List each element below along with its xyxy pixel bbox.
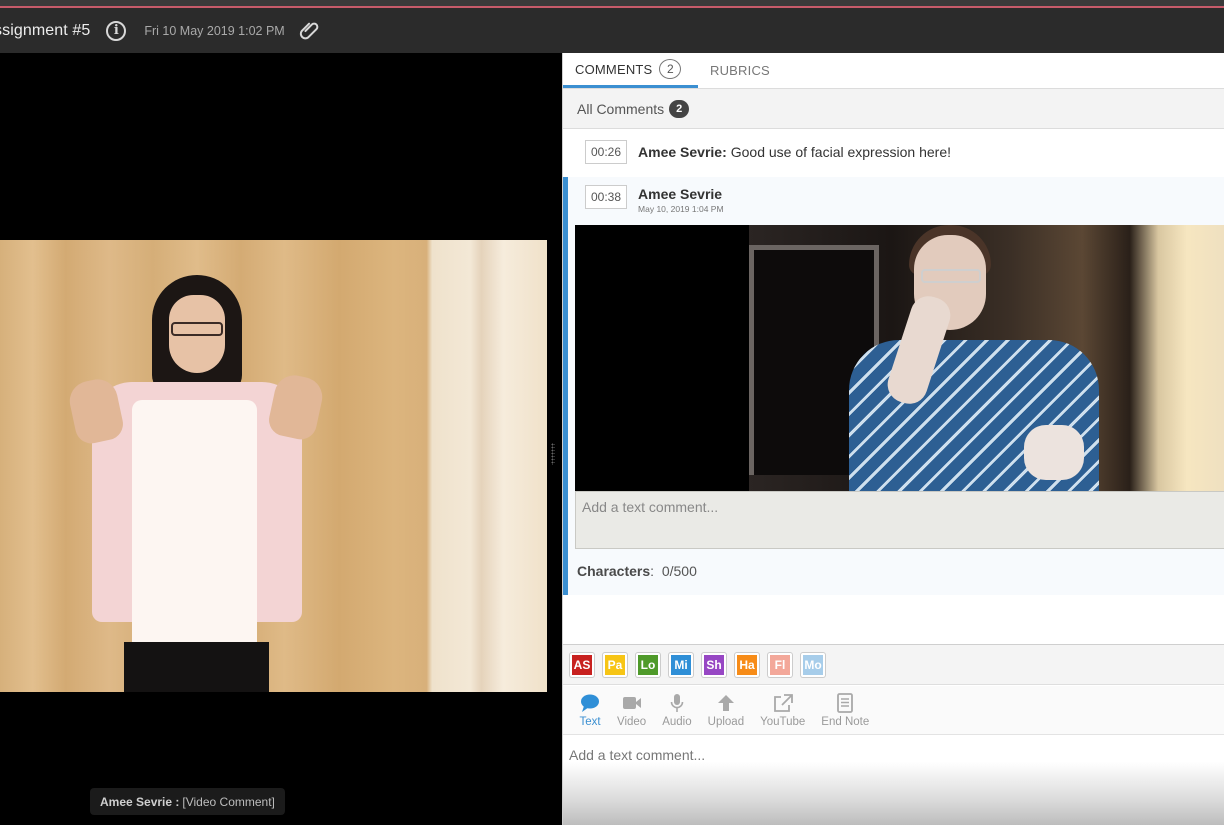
tool-audio[interactable]: Audio [654, 686, 699, 734]
video-comment-player[interactable] [575, 225, 1224, 491]
tool-youtube[interactable]: YouTube [752, 686, 813, 734]
comment-item-selected[interactable]: 00:38 Amee Sevrie May 10, 2019 1:04 PM A… [563, 177, 1224, 595]
tab-comments-label: COMMENTS [575, 61, 653, 77]
new-comment-input[interactable]: Add a text comment... [563, 735, 1224, 825]
filter-count-badge: 2 [669, 99, 690, 118]
tool-video-label: Video [617, 715, 647, 728]
assignment-title: ssignment #5 [0, 21, 91, 39]
comment-type-toolbar: Text Video Audio Upload YouTube End Note [563, 686, 1224, 741]
tag-button[interactable]: Fl [768, 652, 792, 677]
tool-youtube-label: YouTube [760, 715, 806, 728]
comment-author: Amee Sevrie: [638, 144, 727, 160]
window-top-border [0, 0, 1224, 8]
upload-arrow-icon [717, 694, 734, 711]
comment-timestamp[interactable]: 00:38 [585, 185, 628, 209]
tool-text[interactable]: Text [571, 686, 609, 741]
paperclip-icon[interactable] [299, 20, 321, 42]
tool-upload[interactable]: Upload [700, 686, 752, 734]
tag-button[interactable]: Pa [603, 652, 627, 677]
tag-button[interactable]: Sh [702, 652, 726, 677]
tab-comments[interactable]: COMMENTS 2 [563, 53, 698, 88]
tag-button[interactable]: Mi [669, 652, 693, 677]
vc-signer-hand-2 [1024, 425, 1084, 480]
tag-button[interactable]: Ha [735, 652, 759, 677]
signer-pants [124, 642, 269, 692]
submission-video-frame[interactable] [0, 240, 547, 692]
speech-bubble-icon [581, 694, 599, 712]
video-player[interactable]: Amee Sevrie : [Video Comment] [0, 53, 562, 825]
character-counter: Characters: 0/500 [577, 563, 697, 579]
character-counter-value: 0/500 [661, 563, 697, 579]
external-link-icon [773, 693, 793, 712]
submission-date: Fri 10 May 2019 1:02 PM [144, 23, 285, 38]
panel-tabs: COMMENTS 2 RUBRICS [563, 53, 1224, 89]
tool-end-note[interactable]: End Note [813, 686, 877, 734]
note-icon [837, 692, 854, 713]
microphone-icon [670, 693, 684, 712]
tag-button[interactable]: Lo [636, 652, 660, 677]
signer-shirt [132, 400, 257, 660]
tag-button[interactable]: Mo [801, 652, 825, 677]
tool-video[interactable]: Video [609, 686, 654, 734]
video-camera-icon [622, 696, 641, 709]
caption-author: Amee Sevrie : [100, 794, 180, 809]
tab-rubrics-label: RUBRICS [710, 63, 770, 78]
comments-filter[interactable]: All Comments 2 [563, 89, 1224, 129]
comment-author: Amee Sevrie [638, 186, 723, 202]
signer-glasses [171, 322, 223, 336]
tool-end-note-label: End Note [821, 715, 870, 728]
character-counter-label: Characters [577, 563, 651, 579]
tool-audio-label: Audio [662, 715, 692, 728]
tool-upload-label: Upload [707, 715, 745, 728]
comment-timestamp[interactable]: 00:26 [585, 140, 628, 164]
caption-text: [Video Comment] [182, 794, 275, 809]
signer-figure [66, 270, 326, 692]
comment-text: Good use of facial expression here! [730, 144, 951, 160]
filter-label: All Comments [577, 100, 665, 117]
video-comment-frame [749, 225, 1224, 491]
assignment-header: ssignment #5 i Fri 10 May 2019 1:02 PM [0, 8, 1224, 53]
tool-text-label: Text [579, 715, 601, 728]
comment-item[interactable]: 00:26 Amee Sevrie: Good use of facial ex… [563, 129, 1224, 175]
vc-signer-glasses [921, 269, 981, 283]
signer-right-hand [266, 371, 326, 443]
comment-date: May 10, 2019 1:04 PM [638, 204, 724, 214]
tags-bar: AS Pa Lo Mi Sh Ha Fl Mo [563, 644, 1224, 685]
comment-header: 00:38 Amee Sevrie May 10, 2019 1:04 PM [585, 185, 724, 214]
tab-comments-count: 2 [659, 59, 682, 79]
comments-panel: COMMENTS 2 RUBRICS All Comments 2 00:26 … [562, 53, 1224, 825]
panel-resize-handle[interactable] [551, 443, 555, 465]
info-circle-icon[interactable]: i [106, 20, 127, 41]
reply-text-input[interactable]: Add a text comment... [575, 491, 1224, 549]
tag-button[interactable]: AS [570, 652, 594, 677]
tab-rubrics[interactable]: RUBRICS [698, 53, 782, 88]
video-caption: Amee Sevrie : [Video Comment] [90, 788, 285, 815]
